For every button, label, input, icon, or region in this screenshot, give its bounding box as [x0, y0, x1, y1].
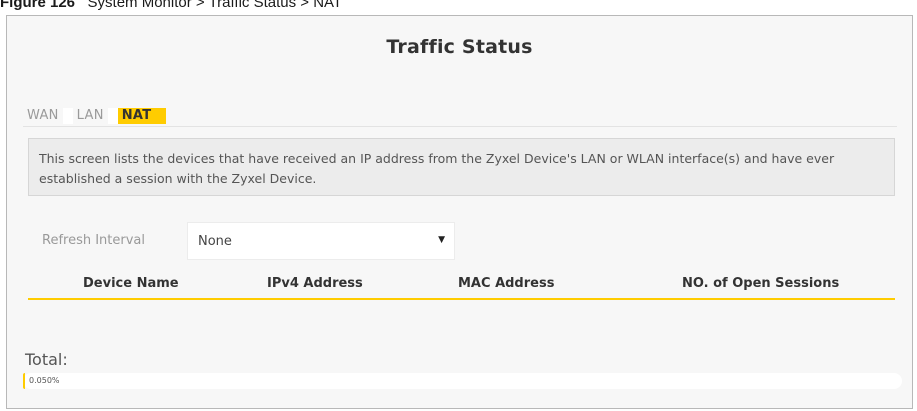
info-notice: This screen lists the devices that have …	[28, 138, 895, 196]
refresh-interval-value: None	[198, 233, 232, 249]
total-label: Total:	[25, 350, 68, 369]
total-progress-fill	[23, 373, 26, 389]
tab-divider	[62, 108, 73, 124]
traffic-status-panel: Traffic Status WAN LAN NAT This screen l…	[6, 15, 913, 409]
nat-table-header: Device Name IPv4 Address MAC Address NO.…	[28, 272, 895, 300]
column-header-mac-address[interactable]: MAC Address	[458, 276, 554, 291]
tab-divider	[107, 108, 118, 124]
figure-number: Figure 126	[0, 0, 76, 11]
page-title: Traffic Status	[386, 36, 533, 58]
refresh-interval-select[interactable]: None ▼	[187, 222, 455, 260]
total-progress-text: 0.050%	[29, 376, 60, 385]
caret-down-icon: ▼	[438, 235, 445, 245]
tab-underline	[23, 126, 897, 127]
figure-caption: Figure 126 System Monitor > Traffic Stat…	[0, 0, 342, 13]
column-header-ipv4-address[interactable]: IPv4 Address	[267, 276, 363, 291]
tab-bar: WAN LAN NAT	[23, 106, 167, 126]
column-header-open-sessions[interactable]: NO. of Open Sessions	[682, 276, 839, 291]
refresh-interval-label: Refresh Interval	[42, 233, 146, 248]
tab-lan[interactable]: LAN	[73, 108, 108, 124]
tab-wan[interactable]: WAN	[23, 108, 63, 124]
column-header-device-name[interactable]: Device Name	[83, 276, 179, 291]
figure-caption-text: System Monitor > Traffic Status > NAT	[87, 0, 343, 11]
total-progress-bar: 0.050%	[23, 373, 902, 389]
tab-nat[interactable]: NAT	[117, 108, 167, 124]
